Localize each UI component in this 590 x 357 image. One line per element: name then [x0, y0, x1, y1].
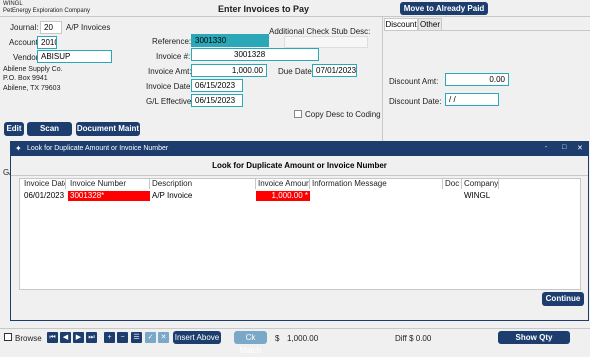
minimize-icon[interactable]: - [545, 144, 547, 151]
ck-match-button[interactable]: Ck Match [234, 331, 267, 355]
column-header[interactable]: Invoice Number [68, 179, 150, 189]
invoice-number-label: Invoice #: [156, 52, 191, 61]
company-short-name: WINGL [3, 1, 23, 7]
amount-value: 1,000.00 [287, 334, 319, 343]
window-title: Enter Invoices to Pay [218, 4, 310, 14]
additional-check-stub-desc-field[interactable] [284, 36, 368, 48]
continue-button[interactable]: Continue [542, 292, 584, 306]
previous-record-icon[interactable]: ◀ [60, 332, 71, 343]
move-to-already-paid-button[interactable]: Move to Already Paid [400, 2, 488, 15]
difference-value: Diff $ 0.00 [395, 334, 432, 343]
cell-company[interactable]: WINGL [462, 191, 499, 201]
invoice-number-field[interactable]: 3001328 [191, 48, 319, 61]
delete-record-icon[interactable]: − [117, 332, 128, 343]
edit-button[interactable]: Edit [4, 122, 24, 136]
first-record-icon[interactable]: ⏮ [47, 332, 58, 343]
invoice-amount-label: Invoice Amt: [148, 67, 192, 76]
cell-invoice-date[interactable]: 06/01/2023 [22, 191, 66, 201]
dialog-titlebar: ✦ Look for Duplicate Amount or Invoice N… [11, 142, 588, 156]
browse-icon[interactable] [4, 333, 12, 341]
reference-field[interactable]: 3001330 [191, 34, 269, 47]
discount-amount-field[interactable]: 0.00 [445, 73, 509, 86]
invoice-date-label: Invoice Date: [146, 82, 193, 91]
journal-field[interactable]: 20 [40, 21, 62, 34]
scan-button[interactable]: Scan [27, 122, 72, 136]
invoice-amount-field[interactable]: 1,000.00 [191, 64, 267, 77]
discount-date-label: Discount Date: [389, 97, 442, 106]
cancel-icon[interactable]: ✕ [158, 332, 169, 343]
journal-description: A/P Invoices [66, 23, 111, 32]
account-label: Account: [9, 38, 41, 47]
tab-discount[interactable]: Discount [384, 18, 418, 30]
tab-other[interactable]: Other [418, 18, 442, 30]
account-field[interactable]: 2010 [37, 36, 57, 49]
show-qty-button[interactable]: Show Qty [498, 331, 570, 344]
due-date-field[interactable]: 07/01/2023 [312, 64, 357, 77]
right-panel-divider [382, 17, 383, 141]
company-full-name: PetEnergy Exploration Company [3, 8, 91, 14]
cell-invoice-number[interactable]: 3001328* [68, 191, 150, 201]
add-record-icon[interactable]: + [104, 332, 115, 343]
column-header[interactable]: Invoice Amount [256, 179, 310, 189]
column-header[interactable]: Information Message [310, 179, 443, 189]
gl-effective-label: G/L Effective: [146, 97, 194, 106]
header-divider [0, 16, 590, 17]
due-date-label: Due Date: [278, 67, 315, 76]
vendor-name: Abilene Supply Co. [3, 66, 63, 73]
app-icon: ✦ [15, 144, 22, 153]
next-record-icon[interactable]: ▶ [73, 332, 84, 343]
copy-desc-label: Copy Desc to Coding [305, 110, 381, 119]
tab-underline [384, 30, 590, 31]
maximize-icon[interactable]: □ [562, 144, 566, 151]
insert-above-button[interactable]: Insert Above [173, 331, 221, 344]
journal-label: Journal: [10, 23, 39, 32]
gl-effective-field[interactable]: 06/15/2023 [191, 94, 243, 107]
cell-description[interactable]: A/P Invoice [150, 191, 256, 201]
cell-doc[interactable] [443, 191, 462, 201]
document-maint-button[interactable]: Document Maint [76, 122, 140, 136]
vendor-field[interactable]: ABISUP [37, 50, 112, 63]
vendor-address-line2: Abilene, TX 79603 [3, 85, 61, 92]
cell-info-message[interactable] [310, 191, 443, 201]
copy-desc-checkbox[interactable] [294, 110, 302, 118]
browse-label[interactable]: Browse [15, 334, 42, 343]
additional-check-stub-desc-label: Additional Check Stub Desc: [269, 27, 371, 36]
close-icon[interactable]: ✕ [577, 144, 583, 152]
list-icon[interactable]: ☰ [131, 332, 142, 343]
column-header[interactable]: Description [150, 179, 256, 189]
column-header[interactable]: Doc [443, 179, 462, 189]
dialog-heading: Look for Duplicate Amount or Invoice Num… [11, 156, 588, 176]
column-header[interactable]: Company [462, 179, 499, 189]
discount-amount-label: Discount Amt: [389, 77, 439, 86]
cell-invoice-amount[interactable]: 1,000.00 * [256, 191, 310, 201]
discount-date-field[interactable]: / / [445, 93, 499, 106]
amount-currency: $ [275, 334, 280, 343]
column-header[interactable]: Invoice Date [22, 179, 66, 189]
last-record-icon[interactable]: ⏭ [86, 332, 97, 343]
reference-label: Reference: [152, 37, 192, 46]
vendor-address-line1: P.O. Box 9941 [3, 75, 48, 82]
bottom-toolbar: Browse ⏮ ◀ ▶ ⏭ + − ☰ ✓ ✕ Insert Above Ck… [0, 328, 590, 355]
duplicate-check-dialog: ✦ Look for Duplicate Amount or Invoice N… [10, 141, 589, 321]
invoice-date-field[interactable]: 06/15/2023 [191, 79, 243, 92]
save-icon[interactable]: ✓ [145, 332, 156, 343]
dialog-title: Look for Duplicate Amount or Invoice Num… [27, 145, 169, 152]
